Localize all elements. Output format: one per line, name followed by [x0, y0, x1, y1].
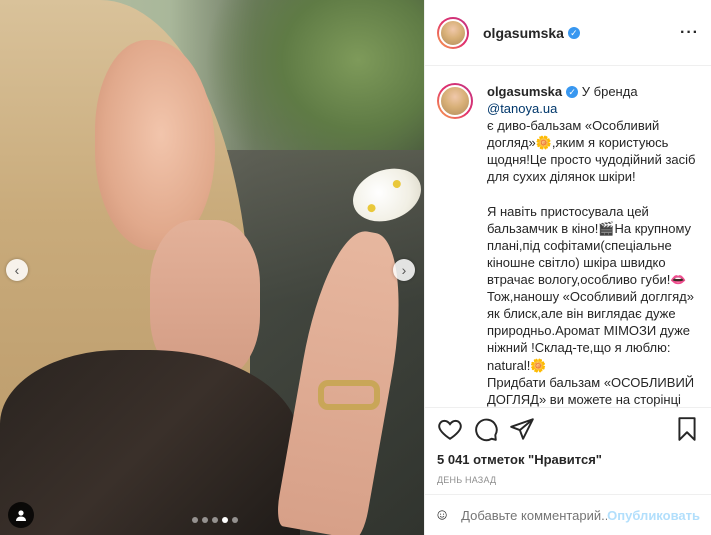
- caption-username[interactable]: olgasumska: [487, 84, 562, 99]
- caption-line: ДОГЛЯД» ви можете на сторінці: [487, 391, 681, 407]
- post-sidebar: olgasumska ✓ ··· olgasumska ✓ У бренда @t…: [424, 0, 711, 535]
- author-username[interactable]: olgasumska: [483, 25, 564, 41]
- comment-bar: Опубликовать: [425, 494, 711, 535]
- post-caption: olgasumska ✓ У бренда @tanoya.ua є диво-ба…: [487, 83, 700, 407]
- photo-face: [95, 40, 215, 250]
- carousel-prev-button[interactable]: ‹: [6, 259, 28, 281]
- caption-line: olgasumska ✓ У бренда @tanoya.ua: [487, 84, 642, 117]
- carousel-dot: [202, 517, 208, 523]
- post-actions: 5 041 отметок "Нравится" ДЕНЬ НАЗАД: [425, 407, 711, 485]
- caption-line: природньо.Аромат МІМОЗИ дуже: [487, 323, 691, 339]
- post-header: olgasumska ✓ ···: [425, 0, 711, 66]
- caption-line: Я навіть пристосувала цей: [487, 203, 649, 219]
- post-timestamp[interactable]: ДЕНЬ НАЗАД: [437, 475, 700, 485]
- caption-line: natural!🌼: [487, 357, 547, 373]
- photo-bracelet: [318, 380, 380, 410]
- caption-line: як блиск,але він виглядає дуже: [487, 306, 676, 322]
- like-heart-icon[interactable]: [437, 416, 463, 442]
- caption-line: [487, 186, 700, 203]
- carousel-dot: [232, 517, 238, 523]
- caption-line: плані,під софітами(спеціальне: [487, 237, 672, 253]
- verified-badge-icon: ✓: [567, 26, 580, 39]
- emoji-icon[interactable]: [437, 503, 447, 527]
- caption-avatar[interactable]: [437, 83, 473, 119]
- caption-line: Придбати бальзам «ОСОБЛИВИЙ: [487, 374, 695, 390]
- likes-count[interactable]: 5 041 отметок "Нравится": [437, 452, 700, 467]
- caption-line: втрачає вологу,особливо губи!👄: [487, 272, 687, 288]
- caption-line: Тож,наношу «Особливий доглгяд»: [487, 289, 694, 305]
- photo-clothing: [0, 350, 300, 535]
- carousel-dots: [192, 517, 238, 523]
- carousel-next-button[interactable]: ›: [393, 259, 415, 281]
- carousel-dot: [222, 517, 228, 523]
- caption-line: кіношне світло) шкіра швидко: [487, 254, 666, 270]
- publish-button[interactable]: Опубликовать: [607, 508, 700, 523]
- caption-line: догляд»🌼,яким я користуюсь: [487, 135, 669, 151]
- carousel-dot: [192, 517, 198, 523]
- author-avatar[interactable]: [437, 16, 469, 49]
- caption-line: для сухих ділянок шкіри!: [487, 169, 636, 185]
- caption-verified-badge-icon: ✓: [566, 86, 579, 98]
- caption-line: є диво-бальзам «Особливий: [487, 118, 660, 134]
- more-options-icon[interactable]: ···: [680, 24, 699, 42]
- caption-line: ніжний !Склад-те,що я люблю:: [487, 340, 671, 356]
- share-paper-plane-icon[interactable]: [509, 416, 535, 442]
- save-bookmark-icon[interactable]: [674, 416, 700, 442]
- comment-input[interactable]: [461, 507, 608, 523]
- carousel-dot: [212, 517, 218, 523]
- post-photo[interactable]: ‹ ›: [0, 0, 424, 535]
- tagged-users-icon[interactable]: [8, 502, 34, 528]
- comment-icon[interactable]: [473, 416, 499, 442]
- caption-line: бальзамчик в кіно!🎬На крупному: [487, 220, 692, 236]
- caption-area: olgasumska ✓ У бренда @tanoya.ua є диво-ба…: [425, 67, 711, 407]
- caption-line: щодня!Це просто чудодійний засіб: [487, 152, 696, 168]
- mention-link[interactable]: @tanoya.ua: [487, 101, 557, 116]
